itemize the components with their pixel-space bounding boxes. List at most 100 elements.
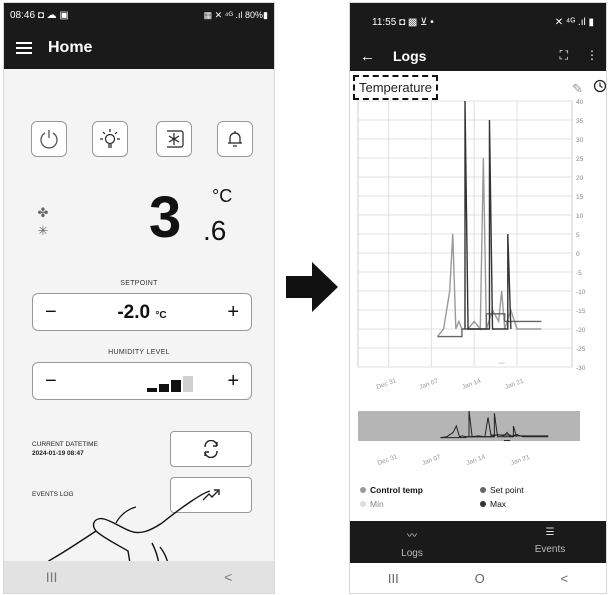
y-tick-label: 35	[576, 118, 584, 125]
setpoint-value-wrap: -2.0 °C	[33, 302, 251, 324]
page-title: Logs	[393, 48, 427, 64]
legend-label: Control temp	[370, 485, 423, 495]
clock-icon[interactable]	[593, 79, 607, 93]
temperature-decimal: .6	[203, 215, 227, 246]
x-tick-label: Jan 21	[504, 378, 525, 391]
legend-dot	[480, 501, 486, 507]
fullscreen-icon[interactable]: ⛶	[560, 48, 568, 63]
y-tick-label: 20	[576, 175, 584, 182]
y-tick-label: -30	[576, 365, 586, 372]
setpoint-unit: °C	[155, 310, 167, 321]
back-button[interactable]: <	[224, 569, 232, 585]
system-nav-bar: III <	[4, 561, 274, 593]
more-options-icon[interactable]: ⋮	[586, 48, 598, 63]
light-button[interactable]	[92, 121, 128, 157]
status-icons-right: ✕ ⁴ᴳ .ıl ▮	[554, 16, 594, 28]
temperature-integer: 3	[149, 185, 182, 250]
tab-events[interactable]: ☰ Events	[510, 527, 590, 555]
edit-pencil-icon[interactable]: ✎	[572, 81, 583, 97]
y-tick-label: -15	[576, 308, 586, 315]
home-button[interactable]: O	[475, 571, 485, 586]
defrost-icon	[167, 130, 184, 148]
humidity-level-bar	[183, 376, 193, 392]
fan-icon: ✤	[37, 205, 49, 220]
range-selector-chart[interactable]: Dec 31 Jan 07 Jan 14 Jan 21	[350, 399, 607, 481]
temperature-chart[interactable]: 40 35 30 25 20 15 10 5 0 -5 -10 -15 -20 -25 -30 Dec 31 J…	[350, 97, 607, 397]
app-bar: Home	[4, 27, 274, 69]
back-arrow-icon[interactable]: ←	[360, 48, 375, 65]
legend-dot	[360, 487, 366, 493]
status-bar: 08:46 ◘ ☁ ▣ ▦ ✕ ⁴ᴳ .ıl 80%▮	[4, 3, 274, 27]
x-tick-label: Jan 14	[461, 378, 482, 391]
legend-item-control-temp[interactable]: Control temp	[360, 485, 423, 495]
app-bar-actions: ⛶ ⋮	[560, 48, 598, 63]
bottom-navigation: 〰 Logs ☰ Events	[350, 521, 606, 567]
system-nav-bar: III O <	[350, 563, 606, 593]
tab-logs-label: Logs	[401, 548, 423, 559]
overview-x-tick-label: Dec 31	[377, 453, 399, 467]
overview-x-tick-label: Jan 14	[466, 454, 487, 467]
humidity-level-indicator	[147, 376, 193, 392]
humidity-level-bar	[159, 384, 169, 392]
setpoint-label: SETPOINT	[120, 280, 158, 287]
y-tick-label: -25	[576, 346, 586, 353]
y-tick-label: -20	[576, 327, 586, 334]
alarm-button[interactable]	[217, 121, 253, 157]
overview-x-tick-label: Jan 07	[421, 454, 442, 467]
defrost-button[interactable]	[156, 121, 192, 157]
legend-item-set-point[interactable]: Set point	[480, 485, 524, 495]
legend-label: Set point	[490, 485, 524, 495]
y-tick-label: 0	[576, 251, 580, 258]
y-tick-label: -10	[576, 289, 586, 296]
sync-datetime-button[interactable]	[170, 431, 252, 467]
y-tick-label: 25	[576, 156, 584, 163]
humidity-level-bar	[171, 380, 181, 392]
tab-logs[interactable]: 〰 Logs	[372, 527, 452, 559]
setpoint-value: -2.0	[117, 302, 151, 323]
power-icon	[40, 130, 58, 149]
legend-dot	[480, 487, 486, 493]
legend-dot	[360, 501, 366, 507]
setpoint-increase-button[interactable]: +	[227, 301, 239, 324]
legend-label: Max	[490, 499, 507, 509]
power-button[interactable]	[31, 121, 67, 157]
temperature-unit: °C	[212, 186, 233, 206]
tab-events-label: Events	[534, 544, 566, 555]
status-bar: 11:55 ◘ ▩ ⊻ • ✕ ⁴ᴳ .ıl ▮	[350, 3, 606, 41]
status-icons-right: ▦ ✕ ⁴ᴳ .ıl 80%▮	[203, 9, 268, 20]
humidity-decrease-button[interactable]: −	[45, 370, 57, 393]
recents-button[interactable]: III	[46, 569, 58, 585]
y-tick-label: -5	[576, 270, 582, 277]
alarm-bell-icon	[228, 131, 242, 147]
y-tick-label: 10	[576, 213, 584, 220]
status-time: 11:55	[372, 16, 397, 28]
humidity-label: HUMIDITY LEVEL	[108, 349, 170, 356]
back-button[interactable]: <	[561, 571, 569, 586]
y-tick-label: 40	[576, 99, 584, 106]
y-tick-label: 15	[576, 194, 584, 201]
sync-icon	[204, 440, 218, 458]
recents-button[interactable]: III	[388, 571, 399, 586]
status-icons: ✤ ✳	[31, 205, 55, 239]
logs-screen: 11:55 ◘ ▩ ⊻ • ✕ ⁴ᴳ .ıl ▮ ← Logs ⛶ ⋮ Temp…	[349, 2, 607, 594]
humidity-increase-button[interactable]: +	[227, 370, 239, 393]
y-tick-label: 30	[576, 137, 584, 144]
overview-x-tick-label: Jan 21	[510, 454, 531, 467]
status-icons-left: ◘ ▩ ⊻ •	[399, 16, 434, 28]
x-tick-label: Jan 07	[418, 378, 439, 391]
legend-item-min[interactable]: Min	[360, 499, 384, 509]
light-icon	[100, 129, 120, 148]
datetime-value: 2024-01-19 08:47	[32, 450, 84, 457]
datetime-label: CURRENT DATETIME	[32, 441, 98, 448]
snowflake-icon: ✳	[37, 223, 49, 238]
x-tick-label: Dec 31	[376, 377, 398, 391]
legend-label: Min	[370, 499, 384, 509]
y-tick-label: 5	[576, 232, 580, 239]
page-title: Home	[48, 39, 93, 56]
setpoint-control: − -2.0 °C +	[32, 293, 252, 331]
list-icon: ☰	[545, 527, 555, 538]
menu-icon[interactable]	[16, 42, 32, 54]
legend-item-max[interactable]: Max	[480, 499, 506, 509]
humidity-control: − +	[32, 362, 252, 400]
status-icons-left: ◘ ☁ ▣	[37, 9, 69, 21]
